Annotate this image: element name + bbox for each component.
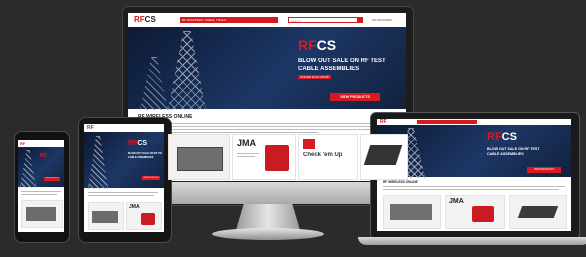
promo-icon (303, 139, 315, 149)
tablet-tower-image (88, 136, 108, 189)
tablet-jma-logo: JMA (129, 204, 140, 210)
product-tablet-image (517, 206, 559, 218)
nav-item-tools[interactable]: TOOLS (216, 18, 226, 22)
tablet-view-products-button[interactable]: VIEW PRODUCTS (142, 176, 160, 180)
tablet-hero: RFCS BLOW OUT SALE ON RF TEST CABLE ASSE… (84, 132, 164, 189)
phone-product-card[interactable] (21, 200, 63, 228)
body-text-line (237, 153, 259, 154)
product-case-image (92, 211, 118, 223)
laptop-hero-logo-mark: RF (487, 131, 502, 143)
view-products-button[interactable]: VIEW PRODUCTS (330, 93, 380, 101)
tablet-logo[interactable]: RF (87, 125, 94, 131)
tower-image-secondary (140, 57, 168, 110)
monitor-product-card-promo[interactable]: Check 'em Up (298, 134, 358, 180)
phone-hero-logo: RF (40, 153, 47, 159)
hero-logo-suffix: CS (316, 37, 337, 53)
body-text-line (138, 123, 396, 124)
product-case-image (177, 147, 223, 171)
logo-mark: RF (134, 15, 145, 24)
phone-hero: RF VIEW PRODUCTS (18, 147, 64, 188)
tablet-hero-logo: RFCS (128, 140, 147, 147)
nav-item-cable[interactable]: CABLE (205, 18, 215, 22)
product-case-image (26, 207, 56, 221)
site-logo[interactable]: RFCS (134, 15, 156, 24)
phone-logo[interactable]: RF (20, 141, 25, 146)
product-tablet-image (363, 145, 403, 165)
laptop-hero-headline1: BLOW OUT SALE ON RF TEST (487, 147, 540, 151)
body-text-line (138, 126, 388, 127)
product-case-image (390, 204, 432, 220)
laptop-product-card[interactable] (509, 195, 567, 229)
account-link[interactable]: MY ACCOUNT (372, 18, 392, 22)
hero-subhead: ONLINE EXCLUSIVE (298, 75, 331, 79)
hero-headline-line1: BLOW OUT SALE ON RF TEST (298, 58, 386, 64)
logo-suffix: CS (144, 15, 156, 24)
laptop-product-card[interactable] (383, 195, 441, 229)
promo-caption: Check 'em Up (303, 152, 343, 158)
tablet-hero-headline: BLOW OUT SALE ON RF TEST (128, 152, 162, 155)
body-text-line (383, 189, 559, 190)
body-text-line (21, 194, 57, 195)
tablet-hero-logo-suffix: CS (137, 140, 148, 147)
search-input[interactable]: Search (288, 17, 358, 23)
tablet-screen: RF RFCS BLOW OUT SALE ON RF TEST CABLE A… (84, 124, 164, 232)
product-tool-image (265, 145, 289, 171)
laptop-hero-logo-suffix: CS (501, 131, 517, 143)
laptop-jma-logo: JMA (449, 198, 464, 205)
tablet-product-card[interactable] (88, 202, 124, 230)
monitor-product-card-case[interactable] (168, 134, 230, 180)
search-icon[interactable] (357, 17, 363, 23)
monitor-product-card-device[interactable] (360, 134, 408, 180)
body-text-line (88, 195, 154, 196)
laptop-hero-logo: RFCS (487, 131, 517, 143)
tablet-product-card[interactable]: JMA (126, 202, 162, 230)
monitor-jma-logo: JMA (237, 138, 257, 148)
phone-screen: RF RF VIEW PRODUCTS (18, 140, 64, 232)
laptop-product-card[interactable]: JMA (445, 195, 505, 229)
body-text-line (88, 192, 158, 193)
laptop-welcome-title: RF WIRELESS ONLINE (383, 180, 418, 184)
product-tool-image (472, 206, 494, 222)
tower-image (168, 31, 206, 110)
monitor-product-card-jma[interactable]: JMA (232, 134, 296, 180)
hero-logo: RFCS (298, 37, 336, 53)
nav-item-rf-adapters[interactable]: RF ADAPTERS (182, 18, 203, 22)
monitor-base (212, 228, 324, 240)
product-tool-image (141, 213, 155, 225)
hero-headline-line2: CABLE ASSEMBLIES (298, 66, 360, 72)
laptop-hero-headline2: CABLE ASSEMBLIES (487, 152, 524, 156)
hero-logo-mark: RF (298, 37, 317, 53)
monitor-stand (236, 204, 300, 230)
body-text-line (383, 186, 565, 187)
body-text-line (237, 156, 255, 157)
laptop-view-products-button[interactable]: VIEW PRODUCTS (527, 167, 561, 173)
tablet-hero-headline2: CABLE ASSEMBLIES (128, 156, 154, 159)
phone-tower-image (20, 150, 36, 188)
site-header: RFCS RF ADAPTERS CABLE TOOLS Search MY A… (128, 13, 406, 28)
tablet-hero-logo-mark: RF (128, 140, 138, 147)
laptop-nav (417, 120, 477, 124)
main-nav: RF ADAPTERS CABLE TOOLS (180, 17, 278, 23)
hero-banner: RFCS BLOW OUT SALE ON RF TEST CABLE ASSE… (128, 27, 406, 110)
body-text-line (21, 191, 61, 192)
laptop-base (358, 237, 586, 245)
body-text-line (138, 129, 393, 130)
phone-view-products-button[interactable]: VIEW PRODUCTS (44, 177, 60, 181)
